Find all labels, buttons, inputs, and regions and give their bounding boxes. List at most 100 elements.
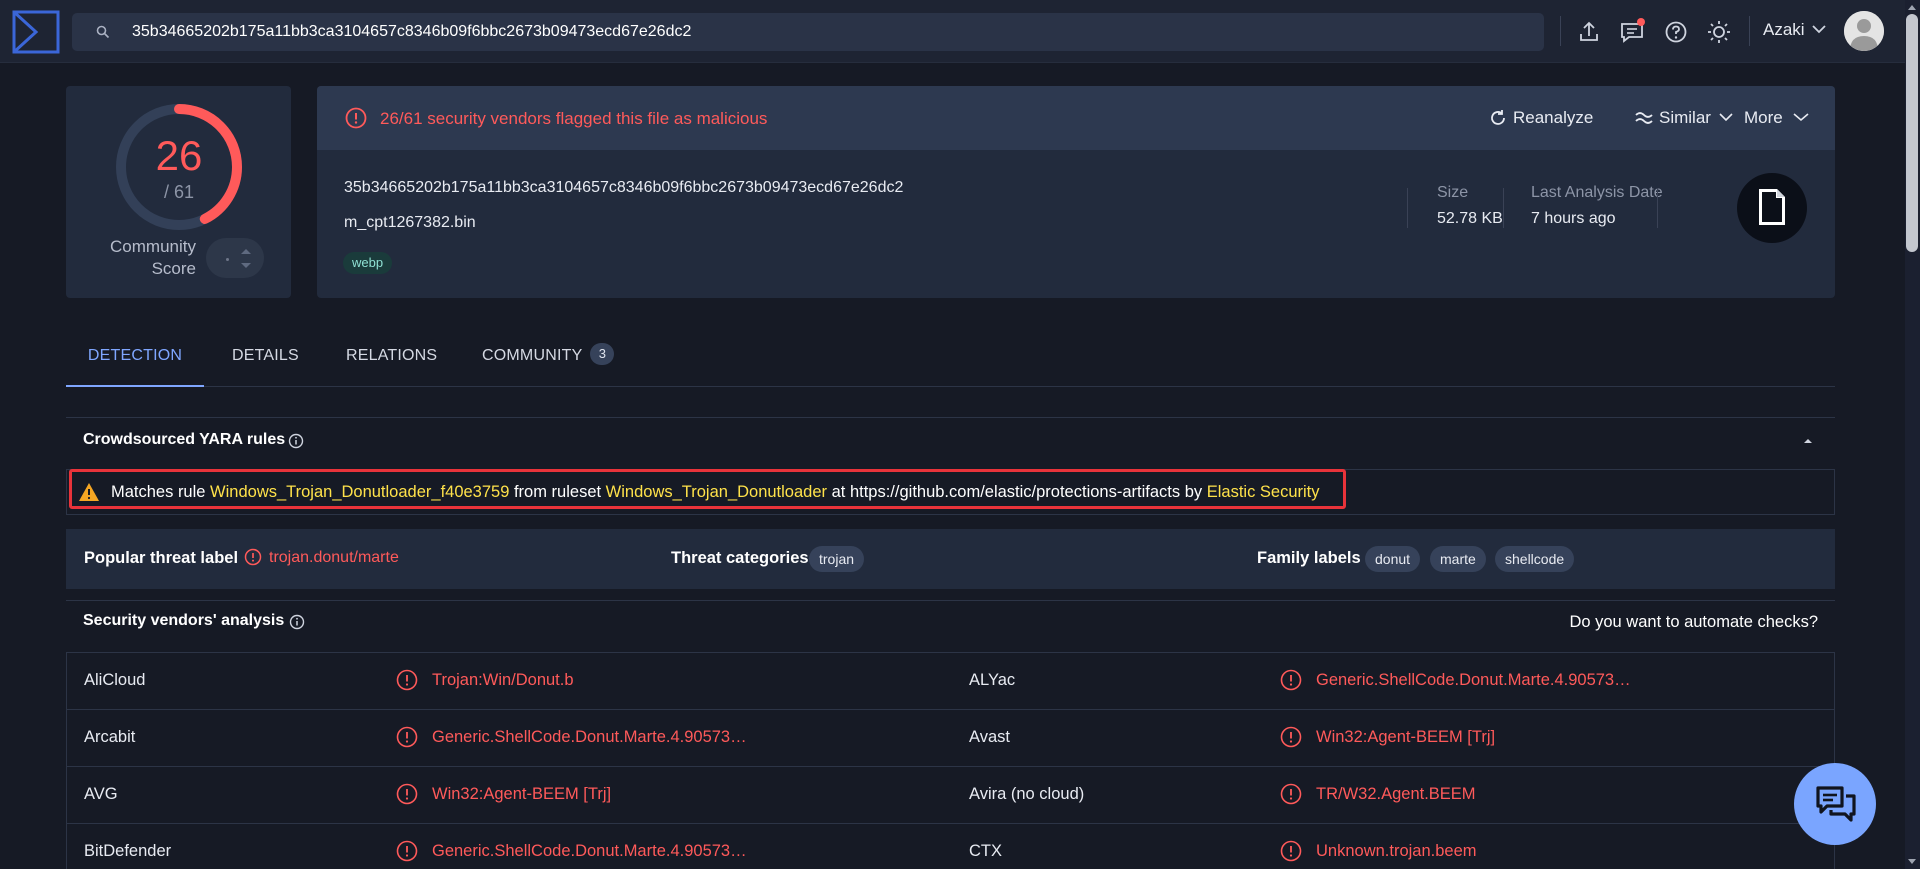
table-row: BitDefender Generic.ShellCode.Donut.Mart…: [67, 824, 1834, 869]
vendor-name: AliCloud: [84, 671, 146, 689]
similar-button[interactable]: Similar: [1635, 108, 1733, 128]
alert-circle-icon: [345, 107, 367, 129]
alert-circle-icon: [1280, 726, 1302, 748]
tab-label: DETAILS: [232, 347, 299, 364]
file-name[interactable]: m_cpt1267382.bin: [344, 214, 476, 232]
chevron-down-icon: [1719, 113, 1733, 122]
alert-circle-icon: [396, 726, 418, 748]
detection-score-card: 26 / 61 Community Score: [66, 86, 291, 298]
alert-circle-icon: [396, 669, 418, 691]
toolbar-divider: [1749, 16, 1750, 46]
vendor-name: CTX: [969, 842, 1002, 860]
vendor-result: Win32:Agent-BEEM [Trj]: [432, 785, 612, 803]
vote-down-icon[interactable]: [240, 262, 252, 270]
table-row: AVG Win32:Agent-BEEM [Trj] Avira (no clo…: [67, 767, 1834, 824]
yara-title: Crowdsourced YARA rules: [83, 431, 286, 448]
search-input[interactable]: [132, 13, 1532, 51]
vendor-name: Avast: [969, 728, 1010, 746]
file-type-badge: [1737, 173, 1807, 243]
user-name[interactable]: Azaki: [1763, 20, 1805, 40]
size-value: 52.78 KB: [1437, 210, 1503, 227]
vendor-result: Generic.ShellCode.Donut.Marte.4.90573…: [1316, 671, 1631, 689]
yara-section-header[interactable]: Crowdsourced YARA rules: [66, 417, 1835, 463]
file-tag[interactable]: webp: [343, 252, 393, 274]
table-row: AliCloud Trojan:Win/Donut.b ALYac Generi…: [67, 653, 1834, 710]
vendor-results-table: AliCloud Trojan:Win/Donut.b ALYac Generi…: [66, 652, 1835, 869]
vote-dot: [226, 258, 229, 261]
theme-icon[interactable]: [1706, 19, 1732, 45]
tab-label: DETECTION: [87, 347, 183, 364]
vendor-result: Win32:Agent-BEEM [Trj]: [1316, 728, 1496, 746]
community-count-badge: 3: [590, 342, 615, 365]
similar-icon: [1635, 112, 1653, 124]
vendors-title: Security vendors' analysis: [83, 612, 285, 629]
vendor-name: BitDefender: [84, 842, 172, 860]
scroll-down-arrow-icon[interactable]: [1907, 858, 1917, 866]
tab-details[interactable]: DETAILS: [232, 330, 299, 387]
vendor-name: ALYac: [969, 671, 1016, 689]
tab-label: COMMUNITY: [482, 347, 583, 364]
tab-bar: DETECTION DETAILS RELATIONS COMMUNITY 3: [66, 330, 1835, 387]
file-icon: [1759, 189, 1785, 225]
meta-divider: [1503, 188, 1504, 228]
vendor-result: TR/W32.Agent.BEEM: [1316, 785, 1476, 803]
avatar[interactable]: [1844, 11, 1884, 51]
info-icon[interactable]: [288, 433, 304, 449]
community-label-line: Community: [110, 237, 196, 256]
vendor-name: Arcabit: [84, 728, 136, 746]
chat-icon[interactable]: [1619, 18, 1645, 45]
reanalyze-button[interactable]: Reanalyze: [1489, 108, 1593, 128]
chevron-down-icon: [1793, 113, 1809, 122]
family-label-chip[interactable]: marte: [1430, 546, 1486, 572]
vendors-section-header: Security vendors' analysis Do you want t…: [66, 600, 1835, 644]
notification-dot: [1637, 18, 1645, 26]
detection-count: 26: [155, 132, 203, 179]
alert-circle-icon: [396, 840, 418, 862]
community-vote-control[interactable]: [206, 238, 264, 278]
top-bar: Azaki: [0, 0, 1905, 63]
detection-total: / 61: [163, 182, 195, 202]
tab-community[interactable]: COMMUNITY 3: [482, 330, 615, 387]
vote-up-icon[interactable]: [240, 247, 252, 255]
vendor-name: AVG: [84, 785, 118, 803]
virustotal-logo-icon[interactable]: [12, 10, 60, 54]
community-label-line: Score: [151, 259, 196, 278]
tab-label: RELATIONS: [346, 347, 438, 364]
alert-circle-icon: [1280, 783, 1302, 805]
last-analysis-label: Last Analysis Date: [1531, 184, 1663, 201]
malicious-alert-bar: 26/61 security vendors flagged this file…: [317, 86, 1835, 150]
chevron-down-icon[interactable]: [1811, 24, 1827, 34]
tab-detection[interactable]: DETECTION: [66, 330, 204, 387]
file-hash[interactable]: 35b34665202b175a11bb3ca3104657c8346b09f6…: [344, 179, 903, 197]
chat-bubbles-icon: [1816, 786, 1856, 822]
more-label: More: [1744, 108, 1783, 127]
chevron-up-icon[interactable]: [1803, 438, 1813, 444]
vendor-result: Unknown.trojan.beem: [1316, 842, 1477, 860]
scrollbar-thumb[interactable]: [1906, 14, 1918, 252]
more-button[interactable]: More: [1744, 108, 1809, 128]
file-summary-card: 26/61 security vendors flagged this file…: [317, 86, 1835, 298]
scroll-up-arrow-icon[interactable]: [1907, 3, 1917, 11]
vendor-result: Generic.ShellCode.Donut.Marte.4.90573…: [432, 842, 747, 860]
alert-circle-icon: [244, 548, 262, 566]
threat-categories-label: Threat categories: [671, 549, 809, 567]
vendor-result: Trojan:Win/Donut.b: [432, 671, 574, 689]
alert-circle-icon: [396, 783, 418, 805]
similar-label: Similar: [1659, 108, 1711, 127]
help-icon[interactable]: [1663, 19, 1689, 45]
search-icon: [96, 25, 110, 39]
automate-checks-link[interactable]: Do you want to automate checks?: [1569, 613, 1818, 632]
upload-icon[interactable]: [1576, 19, 1602, 45]
reanalyze-label: Reanalyze: [1513, 108, 1594, 127]
chat-support-button[interactable]: [1794, 763, 1876, 845]
popular-threat-value[interactable]: trojan.donut/marte: [269, 549, 399, 567]
threat-category-chip[interactable]: trojan: [809, 546, 865, 572]
family-label-chip[interactable]: donut: [1365, 546, 1421, 572]
alert-circle-icon: [1280, 669, 1302, 691]
community-score-label: Community Score: [96, 236, 196, 280]
tab-relations[interactable]: RELATIONS: [346, 330, 437, 387]
highlight-box: [69, 469, 1346, 509]
family-label-chip[interactable]: shellcode: [1495, 546, 1575, 572]
search-bar[interactable]: [72, 13, 1544, 51]
info-icon[interactable]: [289, 614, 305, 630]
